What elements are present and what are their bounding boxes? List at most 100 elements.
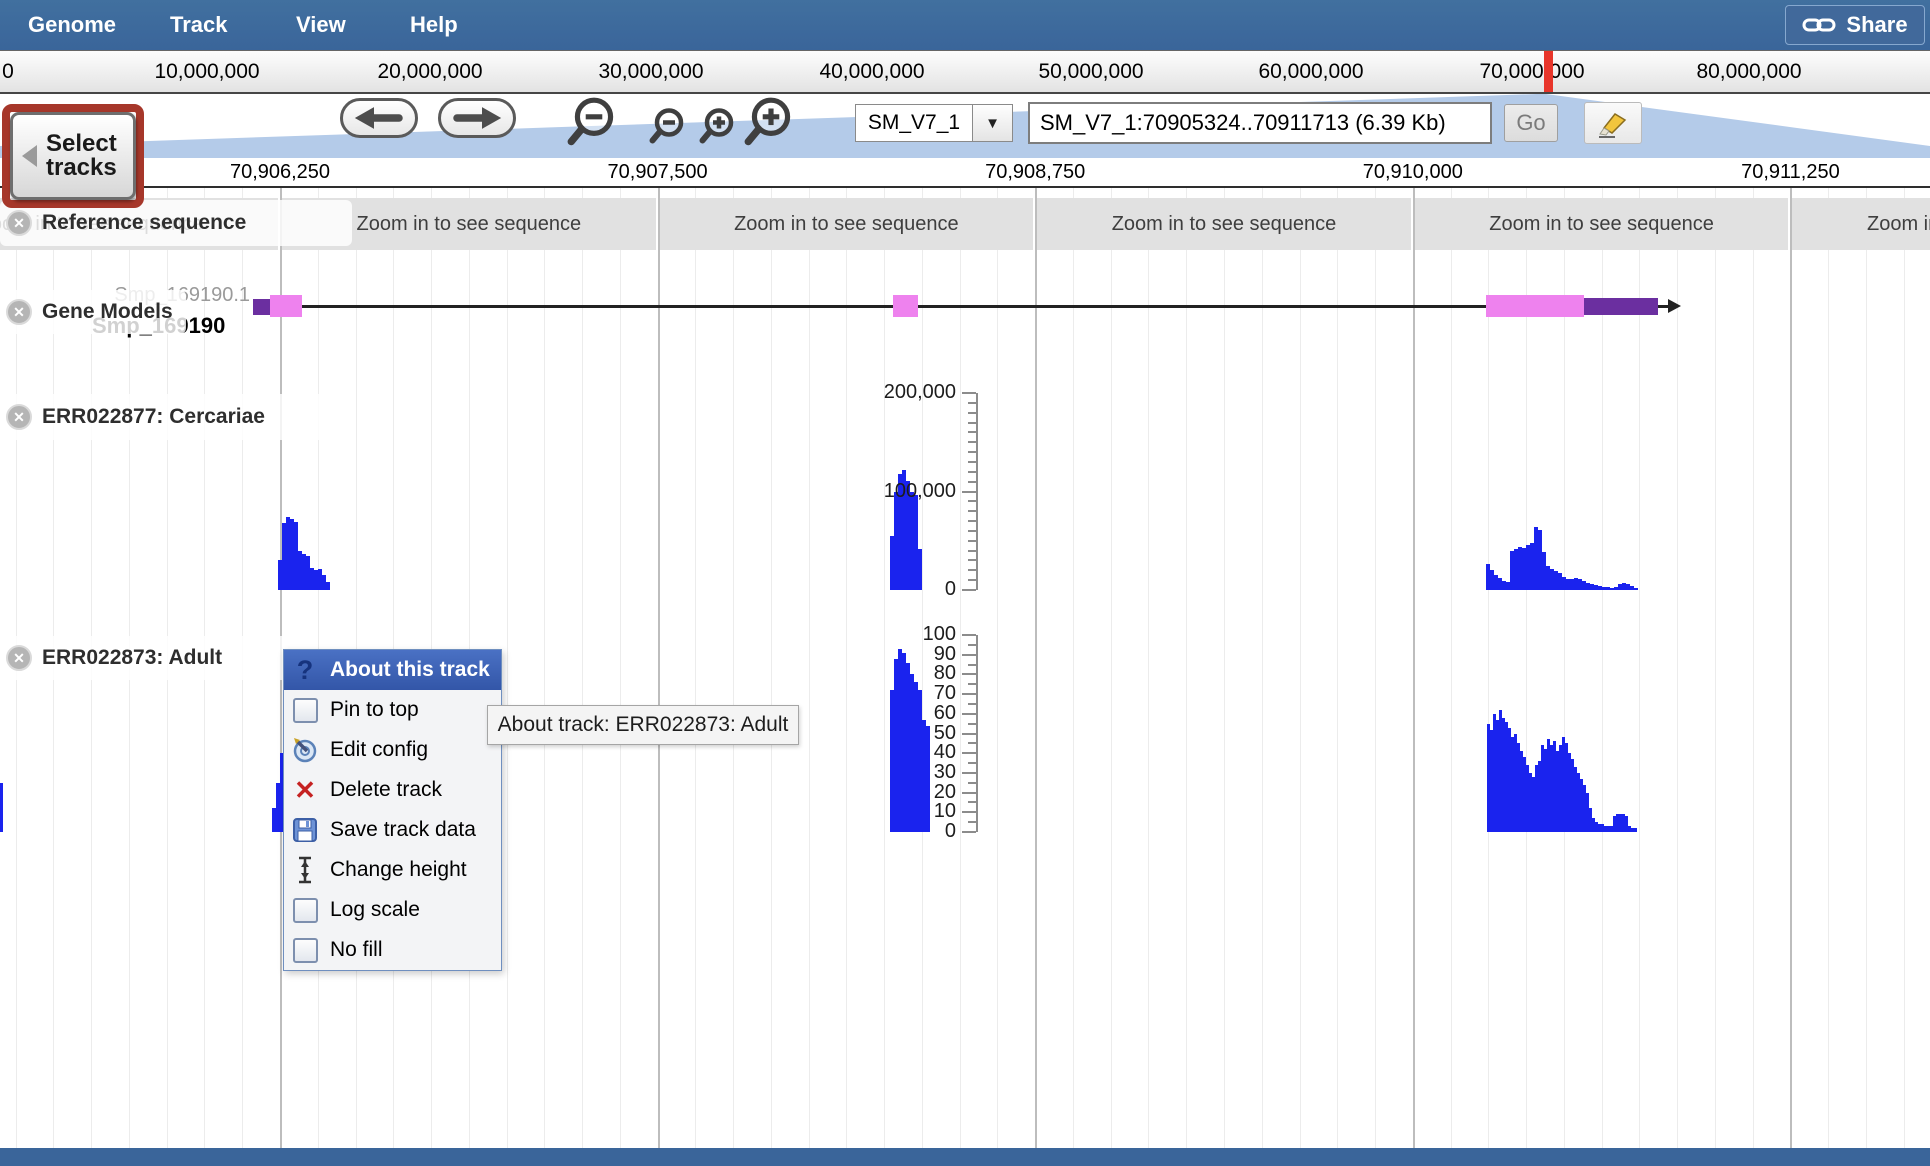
overview-tick: 40,000,000 — [819, 60, 925, 83]
overview-tick: 30,000,000 — [598, 60, 704, 83]
menu-item-log-scale[interactable]: Log scale — [284, 890, 501, 930]
overview-tick: 20,000,000 — [377, 60, 483, 83]
select-tracks-annotation-box: Select tracks — [2, 104, 144, 208]
gridline-major — [1035, 188, 1038, 1148]
gridline-minor — [695, 188, 697, 1148]
refseq-select[interactable]: SM_V7_1 ▼ — [855, 104, 1013, 142]
zoom-out-small-button[interactable] — [648, 106, 690, 151]
zoom-in-small-icon — [699, 108, 734, 144]
y-axis-tick — [968, 470, 976, 473]
chevron-down-icon[interactable]: ▼ — [973, 104, 1013, 142]
y-axis-tick — [968, 460, 976, 463]
gridline-minor — [1563, 188, 1565, 1148]
zoom-in-small-button[interactable] — [698, 106, 740, 151]
gridline-minor — [1450, 188, 1452, 1148]
y-axis-tick — [968, 559, 976, 562]
gridline-major — [1790, 188, 1793, 1148]
close-track-icon[interactable]: ✕ — [6, 299, 32, 325]
detail-ruler[interactable]: 70,906,250 70,907,500 70,908,750 70,910,000… — [0, 158, 1930, 188]
gene-exon[interactable] — [270, 295, 302, 317]
sequence-block[interactable]: Zoom in to see sequence — [1414, 198, 1789, 250]
gridline-minor — [846, 188, 848, 1148]
gene-exon[interactable] — [1486, 295, 1584, 317]
y-axis-tick — [968, 421, 976, 424]
gridline-minor — [997, 188, 999, 1148]
location-input[interactable] — [1028, 102, 1492, 144]
gridline-minor — [1526, 188, 1528, 1148]
gridline-minor — [1752, 188, 1754, 1148]
menu-help[interactable]: Help — [410, 0, 458, 50]
menu-item-pin-to-top[interactable]: Pin to top — [284, 690, 501, 730]
menu-item-label: Delete track — [330, 778, 443, 801]
pan-left-button[interactable] — [340, 98, 418, 138]
sequence-block[interactable]: Zoom in to see sequence — [659, 198, 1034, 250]
gridline-minor — [1639, 188, 1641, 1148]
track-label-gene-models[interactable]: ✕ Gene Models — [0, 290, 186, 334]
y-axis-tick — [962, 653, 976, 656]
y-axis-tick — [962, 490, 976, 493]
menu-item-change-height[interactable]: Change height — [284, 850, 501, 890]
menu-item-delete-track[interactable]: ✕ Delete track — [284, 770, 501, 810]
checkbox-icon[interactable] — [292, 697, 318, 723]
y-axis-tick — [962, 791, 976, 794]
menu-view[interactable]: View — [296, 0, 346, 50]
gridline-minor — [1186, 188, 1188, 1148]
menu-item-label: No fill — [330, 938, 383, 961]
menu-item-about-this-track[interactable]: ? About this track — [284, 650, 501, 690]
sequence-block[interactable]: Zoom in to see sequence — [1792, 198, 1930, 250]
gridline-minor — [1714, 188, 1716, 1148]
jbrowse-app: Genome Track View Help Share 0 10,000,000 20,… — [0, 0, 1930, 1166]
close-track-icon[interactable]: ✕ — [6, 210, 32, 236]
sequence-block[interactable]: Zoom in to see sequence — [1037, 198, 1411, 250]
select-tracks-button[interactable]: Select tracks — [10, 112, 136, 200]
link-icon — [1802, 18, 1836, 32]
track-label-adult[interactable]: ✕ ERR022873: Adult — [0, 636, 292, 680]
y-axis-tick — [968, 762, 976, 765]
gene-utr[interactable] — [1584, 298, 1658, 315]
overview-tick: 50,000,000 — [1038, 60, 1144, 83]
gridline-minor — [959, 188, 961, 1148]
close-track-icon[interactable]: ✕ — [6, 645, 32, 671]
y-axis-tick — [968, 742, 976, 745]
gridline-minor — [544, 188, 546, 1148]
triangle-left-icon — [22, 145, 37, 167]
zoom-out-large-button[interactable] — [565, 94, 623, 155]
menu-item-edit-config[interactable]: Edit config — [284, 730, 501, 770]
coverage-bar — [326, 582, 330, 590]
overview-tick: 10,000,000 — [154, 60, 260, 83]
menu-item-label: About this track — [330, 658, 490, 681]
gridline-minor — [1828, 188, 1830, 1148]
coverage-bar — [1634, 588, 1638, 590]
gridline-minor — [1488, 188, 1490, 1148]
arrow-left-icon — [354, 107, 403, 129]
y-axis-line — [976, 635, 978, 832]
close-track-icon[interactable]: ✕ — [6, 404, 32, 430]
checkbox-icon[interactable] — [292, 897, 318, 923]
checkbox-icon[interactable] — [292, 937, 318, 963]
pan-right-button[interactable] — [438, 98, 516, 138]
highlight-button[interactable] — [1584, 102, 1642, 144]
zoom-in-large-button[interactable] — [742, 94, 800, 155]
overview-ruler[interactable]: 0 10,000,000 20,000,000 30,000,000 40,000,00… — [0, 50, 1930, 94]
gene-exon[interactable] — [893, 295, 918, 317]
go-button[interactable]: Go — [1504, 104, 1558, 142]
change-height-icon — [299, 856, 311, 884]
navigation-toolbar: SM_V7_1 ▼ Go — [0, 94, 1930, 158]
y-axis-tick — [968, 663, 976, 666]
menu-item-save-track-data[interactable]: Save track data — [284, 810, 501, 850]
gridline-minor — [1903, 188, 1905, 1148]
track-label-cercariae[interactable]: ✕ ERR022877: Cercariae — [0, 394, 352, 440]
menu-item-no-fill[interactable]: No fill — [284, 930, 501, 970]
y-axis-tick — [968, 510, 976, 513]
detail-ruler-tick: 70,910,000 — [1362, 161, 1463, 183]
menu-genome[interactable]: Genome — [28, 0, 116, 50]
y-axis-tick — [962, 589, 976, 591]
edit-config-icon — [293, 738, 317, 763]
y-axis-tick — [968, 683, 976, 686]
gridline-minor — [1224, 188, 1225, 1148]
menu-track[interactable]: Track — [170, 0, 228, 50]
highlighter-icon — [1599, 113, 1627, 138]
share-button[interactable]: Share — [1785, 5, 1925, 45]
overview-position-marker — [1544, 51, 1553, 92]
detail-ruler-tick: 70,911,250 — [1741, 161, 1840, 183]
